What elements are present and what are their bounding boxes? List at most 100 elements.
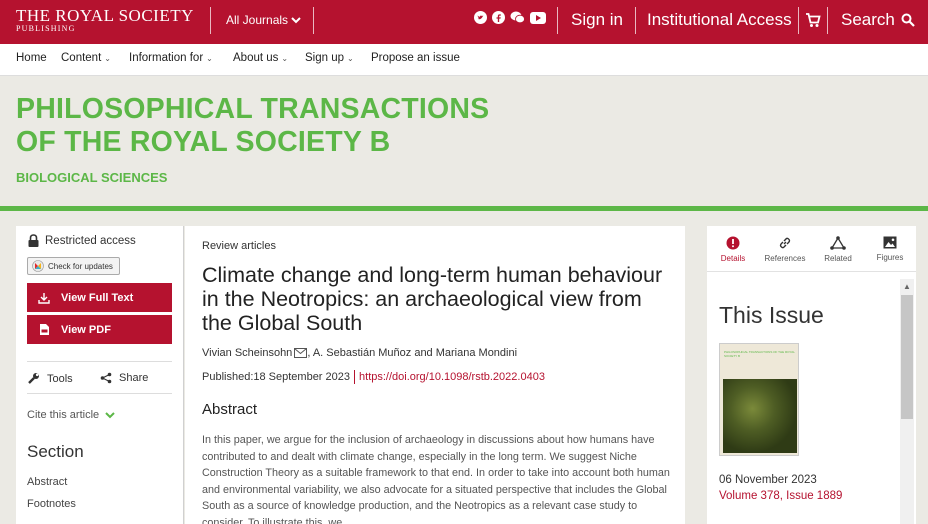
right-panel-tabs: Details References Related Figures <box>707 226 916 272</box>
link-icon <box>779 237 791 249</box>
journal-title-line1: PHILOSOPHICAL TRANSACTIONS <box>16 93 490 125</box>
cover-title: PHILOSOPHICAL TRANSACTIONS OF THE ROYAL … <box>724 350 795 358</box>
issue-cover-image[interactable]: PHILOSOPHICAL TRANSACTIONS OF THE ROYAL … <box>719 343 799 456</box>
other-authors[interactable]: , A. Sebastián Muñoz and Mariana Mondini <box>307 347 517 359</box>
logo-sub-text: PUBLISHING <box>16 24 76 33</box>
sign-in-link[interactable]: Sign in <box>571 10 623 30</box>
nav-label: Home <box>16 52 47 64</box>
all-journals-label: All Journals <box>226 13 289 27</box>
abstract-text: In this paper, we argue for the inclusio… <box>202 434 670 524</box>
tools-button[interactable]: Tools <box>27 372 73 385</box>
article-title: Climate change and long-term human behav… <box>202 263 663 335</box>
section-heading: Section <box>27 442 84 461</box>
publication-info: Published: 18 September 2023 https://doi… <box>202 370 545 384</box>
journal-title-line2: OF THE ROYAL SOCIETY B <box>16 126 391 158</box>
tab-references[interactable]: References <box>759 236 811 263</box>
article-main: Review articles Climate change and long-… <box>185 226 685 524</box>
published-label: Published: <box>202 371 254 383</box>
wechat-icon[interactable] <box>510 11 525 24</box>
all-journals-dropdown[interactable]: All Journals <box>226 13 301 27</box>
nav-label: About us <box>233 52 279 64</box>
left-sidebar: Restricted access Check for updates View… <box>16 226 184 524</box>
chevron-down-icon <box>105 411 115 418</box>
email-icon[interactable] <box>294 348 308 358</box>
cart-icon[interactable] <box>805 12 821 33</box>
tab-label: References <box>764 254 806 263</box>
search-label: Search <box>841 10 895 29</box>
view-full-text-label: View Full Text <box>61 291 134 304</box>
issue-date: 06 November 2023 <box>719 474 817 486</box>
check-for-updates-button[interactable]: Check for updates <box>27 257 120 275</box>
tools-label: Tools <box>47 372 73 385</box>
check-updates-label: Check for updates <box>48 261 113 271</box>
scrollbar[interactable]: ▲ <box>900 279 914 524</box>
facebook-icon[interactable] <box>492 11 505 24</box>
divider <box>798 7 799 34</box>
scroll-up-icon[interactable]: ▲ <box>903 282 911 291</box>
cite-label: Cite this article <box>27 409 100 421</box>
author-link[interactable]: Vivian Scheinsohn <box>202 347 292 359</box>
lock-icon <box>28 234 39 247</box>
image-icon <box>883 236 897 249</box>
nav-home[interactable]: Home <box>16 52 47 64</box>
nav-propose-issue[interactable]: Propose an issue <box>371 52 460 64</box>
nav-information-for[interactable]: Information for ⌄ <box>129 52 213 64</box>
divider <box>827 7 828 34</box>
doi-link[interactable]: https://doi.org/10.1098/rstb.2022.0403 <box>359 371 545 383</box>
restricted-label: Restricted access <box>45 234 136 247</box>
crossmark-icon <box>32 260 44 272</box>
share-button[interactable]: Share <box>100 372 148 384</box>
article-authors: Vivian Scheinsohn , A. Sebastián Muñoz a… <box>202 347 517 359</box>
tab-label: Figures <box>876 253 904 262</box>
chevron-down-icon: ⌄ <box>104 53 111 63</box>
view-pdf-button[interactable]: View PDF <box>27 315 172 344</box>
wrench-icon <box>28 373 39 384</box>
download-icon <box>27 292 61 304</box>
divider <box>635 7 636 34</box>
divider <box>354 370 356 384</box>
view-full-text-button[interactable]: View Full Text <box>27 283 172 312</box>
royal-society-logo[interactable]: THE ROYAL SOCIETY PUBLISHING <box>16 7 194 34</box>
share-label: Share <box>119 372 149 384</box>
nav-about-us[interactable]: About us ⌄ <box>233 52 288 64</box>
section-link-footnotes[interactable]: Footnotes <box>27 498 76 510</box>
journal-banner: PHILOSOPHICAL TRANSACTIONS OF THE ROYAL … <box>0 76 928 206</box>
nav-label: Information for <box>129 52 204 64</box>
chevron-down-icon: ⌄ <box>206 53 213 63</box>
tab-figures[interactable]: Figures <box>864 236 916 262</box>
abstract-heading: Abstract <box>202 401 258 418</box>
youtube-icon[interactable] <box>530 11 546 24</box>
tab-label: Related <box>824 254 852 263</box>
nav-sign-up[interactable]: Sign up ⌄ <box>305 52 354 64</box>
journal-title[interactable]: PHILOSOPHICAL TRANSACTIONS OF THE ROYAL … <box>16 93 489 159</box>
divider <box>27 361 172 362</box>
divider <box>210 7 211 34</box>
tab-related[interactable]: Related <box>812 236 864 263</box>
section-link-abstract[interactable]: Abstract <box>27 476 67 488</box>
nav-label: Sign up <box>305 52 345 64</box>
tab-label: Details <box>720 254 746 263</box>
nav-content[interactable]: Content ⌄ <box>61 52 111 64</box>
share-icon <box>100 372 112 384</box>
this-issue-heading: This Issue <box>719 302 824 328</box>
divider <box>27 393 172 394</box>
article-type: Review articles <box>202 240 276 252</box>
divider <box>557 7 558 34</box>
divider <box>313 7 314 34</box>
main-nav: Home Content ⌄ Information for ⌄ About us ⌄… <box>0 44 928 76</box>
chevron-down-icon <box>291 17 301 24</box>
social-links <box>474 11 546 24</box>
institutional-access-link[interactable]: Institutional Access <box>647 10 792 30</box>
twitter-icon[interactable] <box>474 11 487 24</box>
nav-label: Propose an issue <box>371 52 460 64</box>
nav-label: Content <box>61 52 102 64</box>
search-button[interactable]: Search <box>841 10 915 30</box>
scrollbar-thumb[interactable] <box>901 295 913 419</box>
issue-volume-link[interactable]: Volume 378, Issue 1889 <box>719 490 842 502</box>
right-panel: Details References Related Figures This … <box>707 226 916 524</box>
tab-details[interactable]: Details <box>707 236 759 263</box>
green-divider <box>0 206 928 211</box>
cite-this-article[interactable]: Cite this article <box>27 409 115 421</box>
view-pdf-label: View PDF <box>61 323 111 336</box>
info-icon <box>726 236 740 250</box>
